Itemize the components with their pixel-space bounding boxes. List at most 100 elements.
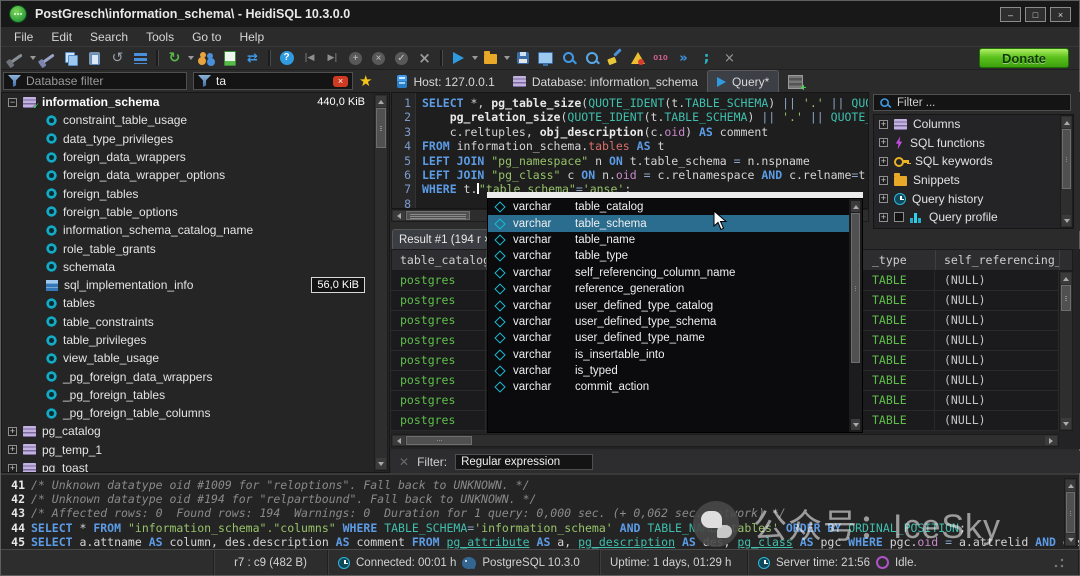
table-cell[interactable]: (NULL) bbox=[935, 411, 1059, 430]
autocomplete-item[interactable]: varchartable_schema bbox=[488, 215, 862, 231]
paste-button[interactable] bbox=[83, 48, 106, 68]
node-snippets[interactable]: +Snippets bbox=[874, 171, 1073, 190]
scroll-down-icon[interactable] bbox=[851, 419, 860, 430]
dropdown-scrollbar[interactable] bbox=[849, 199, 862, 432]
tree-item[interactable]: _pg_foreign_tables bbox=[2, 386, 389, 404]
tree-item[interactable]: _pg_foreign_table_columns bbox=[2, 404, 389, 422]
new-session-button[interactable] bbox=[37, 48, 60, 68]
table-cell[interactable]: postgres bbox=[391, 411, 486, 430]
expand-icon[interactable]: + bbox=[879, 194, 888, 203]
expand-icon[interactable]: + bbox=[879, 120, 888, 129]
autocomplete-item[interactable]: varcharreference_generation bbox=[488, 281, 862, 297]
autocomplete-item[interactable]: varchartable_catalog bbox=[488, 199, 862, 215]
grid-filter-input[interactable]: Regular expression bbox=[455, 454, 593, 470]
autocomplete-item[interactable]: varcharis_typed bbox=[488, 363, 862, 379]
close-button[interactable]: × bbox=[1050, 7, 1071, 22]
preferences-button[interactable] bbox=[129, 48, 152, 68]
table-cell[interactable]: TABLE bbox=[863, 311, 935, 330]
checkbox[interactable] bbox=[894, 212, 904, 222]
delete-row-button[interactable]: × bbox=[367, 48, 390, 68]
table-cell[interactable]: (NULL) bbox=[935, 331, 1059, 350]
tree-item[interactable]: foreign_data_wrappers bbox=[2, 148, 389, 166]
user-manager-button[interactable] bbox=[195, 48, 218, 68]
favorites-star-icon[interactable]: ★ bbox=[359, 72, 372, 90]
tree-item[interactable]: −information_schema440,0 KiB bbox=[2, 93, 389, 111]
helper-scrollbar[interactable] bbox=[1060, 115, 1073, 228]
tree-item[interactable]: foreign_tables bbox=[2, 184, 389, 202]
scroll-left-icon[interactable] bbox=[393, 211, 405, 220]
tree-item[interactable]: data_type_privileges bbox=[2, 130, 389, 148]
table-cell[interactable]: (NULL) bbox=[935, 311, 1059, 330]
grid-vscrollbar[interactable] bbox=[1059, 271, 1073, 431]
scroll-down-icon[interactable] bbox=[1061, 418, 1071, 429]
autocomplete-item[interactable]: varchartable_type bbox=[488, 248, 862, 264]
expand-icon[interactable]: + bbox=[879, 157, 888, 166]
autocomplete-item[interactable]: varcharself_referencing_column_name bbox=[488, 265, 862, 281]
table-cell[interactable]: postgres bbox=[391, 271, 486, 290]
expand-icon[interactable]: + bbox=[8, 445, 17, 454]
database-filter-input[interactable]: Database filter bbox=[3, 72, 187, 90]
scrollbar-thumb[interactable] bbox=[376, 108, 386, 148]
tree-item[interactable]: _pg_foreign_data_wrappers bbox=[2, 367, 389, 385]
donate-button[interactable]: Donate bbox=[979, 48, 1069, 68]
table-cell[interactable]: (NULL) bbox=[935, 271, 1059, 290]
tab-host[interactable]: Host: 127.0.0.1 bbox=[388, 71, 503, 93]
menu-edit[interactable]: Edit bbox=[42, 30, 81, 44]
node-query-profile[interactable]: +Query profile bbox=[874, 208, 1073, 227]
close-query-button[interactable]: × bbox=[718, 48, 741, 68]
table-cell[interactable]: TABLE bbox=[863, 371, 935, 390]
node-query-history[interactable]: +Query history bbox=[874, 189, 1073, 208]
new-window-button[interactable] bbox=[534, 48, 557, 68]
binary-button[interactable]: 010 bbox=[649, 48, 672, 68]
tree-item[interactable]: information_schema_catalog_name bbox=[2, 221, 389, 239]
tree-scrollbar[interactable] bbox=[374, 94, 388, 471]
table-cell[interactable]: TABLE bbox=[863, 411, 935, 430]
autocomplete-item[interactable]: varcharis_insertable_into bbox=[488, 347, 862, 363]
tree-item[interactable]: tables bbox=[2, 294, 389, 312]
table-cell[interactable]: TABLE bbox=[863, 351, 935, 370]
table-cell[interactable]: (NULL) bbox=[935, 351, 1059, 370]
help-button[interactable] bbox=[275, 48, 298, 68]
autocomplete-item[interactable]: varcharcommit_action bbox=[488, 379, 862, 395]
run-button-dropdown-icon[interactable] bbox=[470, 48, 479, 68]
query-log[interactable]: 41/* Unknown datatype oid #1009 for "rel… bbox=[1, 473, 1079, 549]
tree-item[interactable]: table_constraints bbox=[2, 313, 389, 331]
copy-button[interactable] bbox=[60, 48, 83, 68]
autocomplete-dropdown[interactable]: varchartable_catalogvarchartable_schemav… bbox=[487, 198, 863, 433]
scrollbar-thumb[interactable] bbox=[406, 436, 472, 445]
menu-file[interactable]: File bbox=[5, 30, 42, 44]
collapse-icon[interactable]: − bbox=[8, 98, 17, 107]
menu-tools[interactable]: Tools bbox=[137, 30, 183, 44]
grid-hscrollbar[interactable] bbox=[391, 434, 1059, 447]
node-columns[interactable]: +Columns bbox=[874, 115, 1073, 134]
scroll-up-icon[interactable] bbox=[376, 96, 386, 107]
expand-icon[interactable]: + bbox=[8, 464, 17, 473]
table-cell[interactable]: (NULL) bbox=[935, 371, 1059, 390]
tree-item[interactable]: schemata bbox=[2, 258, 389, 276]
undo-button[interactable]: ↺ bbox=[106, 48, 129, 68]
semicolon-button[interactable]: ; bbox=[695, 48, 718, 68]
tree-item[interactable]: role_table_grants bbox=[2, 239, 389, 257]
clear-grid-filter-icon[interactable]: ✕ bbox=[399, 455, 409, 469]
scroll-right-icon[interactable] bbox=[1045, 436, 1057, 445]
scrollbar-thumb[interactable] bbox=[406, 211, 470, 220]
open-file-button[interactable] bbox=[479, 48, 502, 68]
tree-item[interactable]: foreign_table_options bbox=[2, 203, 389, 221]
connect-button[interactable] bbox=[5, 48, 28, 68]
autocomplete-item[interactable]: varchartable_name bbox=[488, 232, 862, 248]
expand-icon[interactable]: + bbox=[8, 427, 17, 436]
tree-item[interactable]: view_table_usage bbox=[2, 349, 389, 367]
autocomplete-item[interactable]: varcharuser_defined_type_catalog bbox=[488, 297, 862, 313]
table-cell[interactable]: postgres bbox=[391, 391, 486, 410]
helper-filter-input[interactable]: Filter ... bbox=[873, 94, 1071, 111]
autocomplete-item[interactable]: varcharuser_defined_type_schema bbox=[488, 314, 862, 330]
tree-item[interactable]: sql_implementation_info56,0 KiB bbox=[2, 276, 389, 294]
helper-tree[interactable]: +Columns+SQL functions+SQL keywords+Snip… bbox=[873, 114, 1074, 229]
tree-item[interactable]: +pg_catalog bbox=[2, 422, 389, 440]
editor-code[interactable]: SELECT *, pg_table_size(QUOTE_IDENT(t.TA… bbox=[416, 93, 868, 208]
column-header[interactable]: table_catalog bbox=[392, 250, 487, 270]
scroll-left-icon[interactable] bbox=[393, 436, 405, 445]
tree-item[interactable]: foreign_data_wrapper_options bbox=[2, 166, 389, 184]
column-header[interactable]: self_referencing_col bbox=[936, 250, 1060, 270]
scrollbar-thumb[interactable] bbox=[1062, 129, 1071, 189]
